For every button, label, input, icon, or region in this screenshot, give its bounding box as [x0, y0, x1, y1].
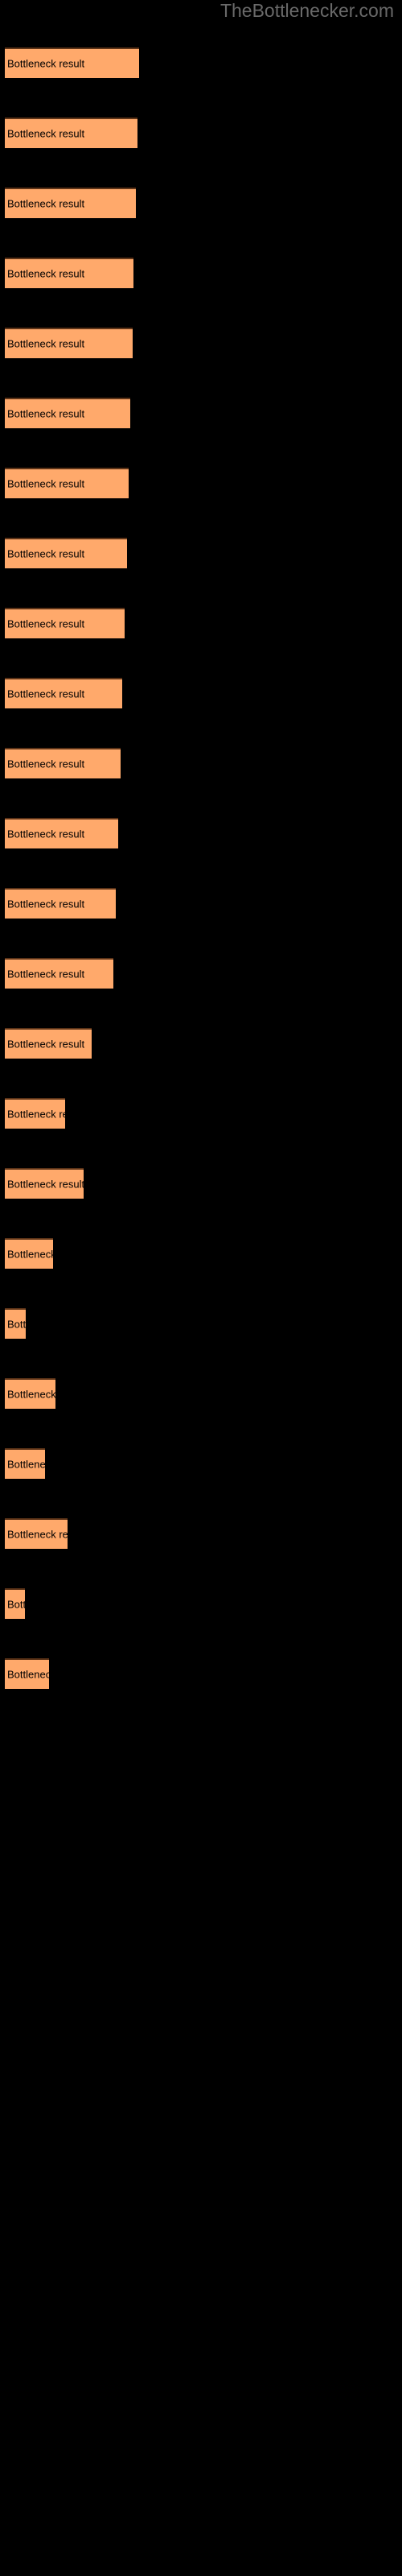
bar-label: Bottleneck result	[7, 477, 85, 490]
bar-row: Bottleneck result	[0, 1658, 402, 1689]
bar-label: Bottleneck result	[7, 687, 85, 700]
bar-label: Bottleneck result	[7, 197, 85, 210]
bar-label: Bottleneck result	[7, 1598, 25, 1611]
bottleneck-result-bar[interactable]: Bottleneck result	[5, 818, 118, 848]
bar-row: Bottleneck result	[0, 47, 402, 78]
bottleneck-result-bar[interactable]: Bottleneck result	[5, 118, 137, 148]
bar-label: Bottleneck result	[7, 267, 85, 280]
bar-label: Bottleneck result	[7, 547, 85, 560]
bar-row: Bottleneck result	[0, 1028, 402, 1059]
bottleneck-result-bar[interactable]: Bottleneck result	[5, 328, 133, 358]
bar-list: Bottleneck result Bottleneck result Bottle…	[0, 0, 402, 2576]
bottleneck-result-bar[interactable]: Bottleneck result	[5, 1168, 84, 1199]
bar-row: Bottleneck result	[0, 398, 402, 428]
bottleneck-result-bar[interactable]: Bottleneck result	[5, 538, 127, 568]
bottleneck-result-bar[interactable]: Bottleneck result	[5, 47, 139, 78]
bar-label: Bottleneck result	[7, 968, 85, 980]
bar-row: Bottleneck result	[0, 818, 402, 848]
bottleneck-result-bar[interactable]: Bottleneck result	[5, 1378, 55, 1409]
bar-row: Bottleneck result	[0, 608, 402, 638]
bar-label: Bottleneck result	[7, 1178, 84, 1191]
bar-row: Bottleneck result	[0, 188, 402, 218]
bar-row: Bottleneck result	[0, 958, 402, 989]
bar-row: Bottleneck result	[0, 678, 402, 708]
bar-row: Bottleneck result	[0, 468, 402, 498]
bar-row: Bottleneck result	[0, 328, 402, 358]
bar-label: Bottleneck result	[7, 1108, 65, 1121]
bottleneck-result-bar[interactable]: Bottleneck result	[5, 958, 113, 989]
bar-label: Bottleneck result	[7, 57, 85, 70]
bottleneck-result-bar[interactable]: Bottleneck result	[5, 1658, 49, 1689]
bar-row: Bottleneck result	[0, 1238, 402, 1269]
bottleneck-result-bar[interactable]: Bottleneck result	[5, 1308, 26, 1339]
bar-row: Bottleneck result	[0, 748, 402, 778]
bottleneck-result-bar[interactable]: Bottleneck result	[5, 258, 133, 288]
bar-row: Bottleneck result	[0, 888, 402, 919]
bottleneck-result-bar[interactable]: Bottleneck result	[5, 1518, 68, 1549]
bar-row: Bottleneck result	[0, 1518, 402, 1549]
bottleneck-result-bar[interactable]: Bottleneck result	[5, 398, 130, 428]
bar-label: Bottleneck result	[7, 1248, 53, 1261]
bottleneck-result-bar[interactable]: Bottleneck result	[5, 188, 136, 218]
bottleneck-result-bar[interactable]: Bottleneck result	[5, 468, 129, 498]
bar-label: Bottleneck result	[7, 898, 85, 910]
bar-row: Bottleneck result	[0, 1168, 402, 1199]
bar-row: Bottleneck result	[0, 538, 402, 568]
bottleneck-result-bar[interactable]: Bottleneck result	[5, 1588, 25, 1619]
bar-label: Bottleneck result	[7, 127, 85, 140]
bottleneck-result-bar[interactable]: Bottleneck result	[5, 1238, 53, 1269]
bar-label: Bottleneck result	[7, 828, 85, 840]
bar-label: Bottleneck result	[7, 1038, 85, 1051]
bar-label: Bottleneck result	[7, 1458, 45, 1471]
bar-row: Bottleneck result	[0, 1308, 402, 1339]
bar-row: Bottleneck result	[0, 118, 402, 148]
bar-row: Bottleneck result	[0, 1448, 402, 1479]
bar-label: Bottleneck result	[7, 407, 85, 420]
bottleneck-result-bar[interactable]: Bottleneck result	[5, 1098, 65, 1129]
bottleneck-result-bar[interactable]: Bottleneck result	[5, 888, 116, 919]
bar-label: Bottleneck result	[7, 617, 85, 630]
bar-row: Bottleneck result	[0, 258, 402, 288]
bar-label: Bottleneck result	[7, 1318, 26, 1331]
bottleneck-result-bar[interactable]: Bottleneck result	[5, 1448, 45, 1479]
bar-row: Bottleneck result	[0, 1588, 402, 1619]
bar-label: Bottleneck result	[7, 1388, 55, 1401]
bar-label: Bottleneck result	[7, 1668, 49, 1681]
bottleneck-result-bar[interactable]: Bottleneck result	[5, 1028, 92, 1059]
bottleneck-result-bar[interactable]: Bottleneck result	[5, 678, 122, 708]
bottleneck-chart: TheBottlenecker.com Bottleneck result Bot…	[0, 0, 402, 2576]
bottleneck-result-bar[interactable]: Bottleneck result	[5, 748, 121, 778]
bar-row: Bottleneck result	[0, 1378, 402, 1409]
bar-row: Bottleneck result	[0, 1098, 402, 1129]
bar-label: Bottleneck result	[7, 1528, 68, 1541]
bar-label: Bottleneck result	[7, 337, 85, 350]
bottleneck-result-bar[interactable]: Bottleneck result	[5, 608, 125, 638]
bar-label: Bottleneck result	[7, 758, 85, 770]
